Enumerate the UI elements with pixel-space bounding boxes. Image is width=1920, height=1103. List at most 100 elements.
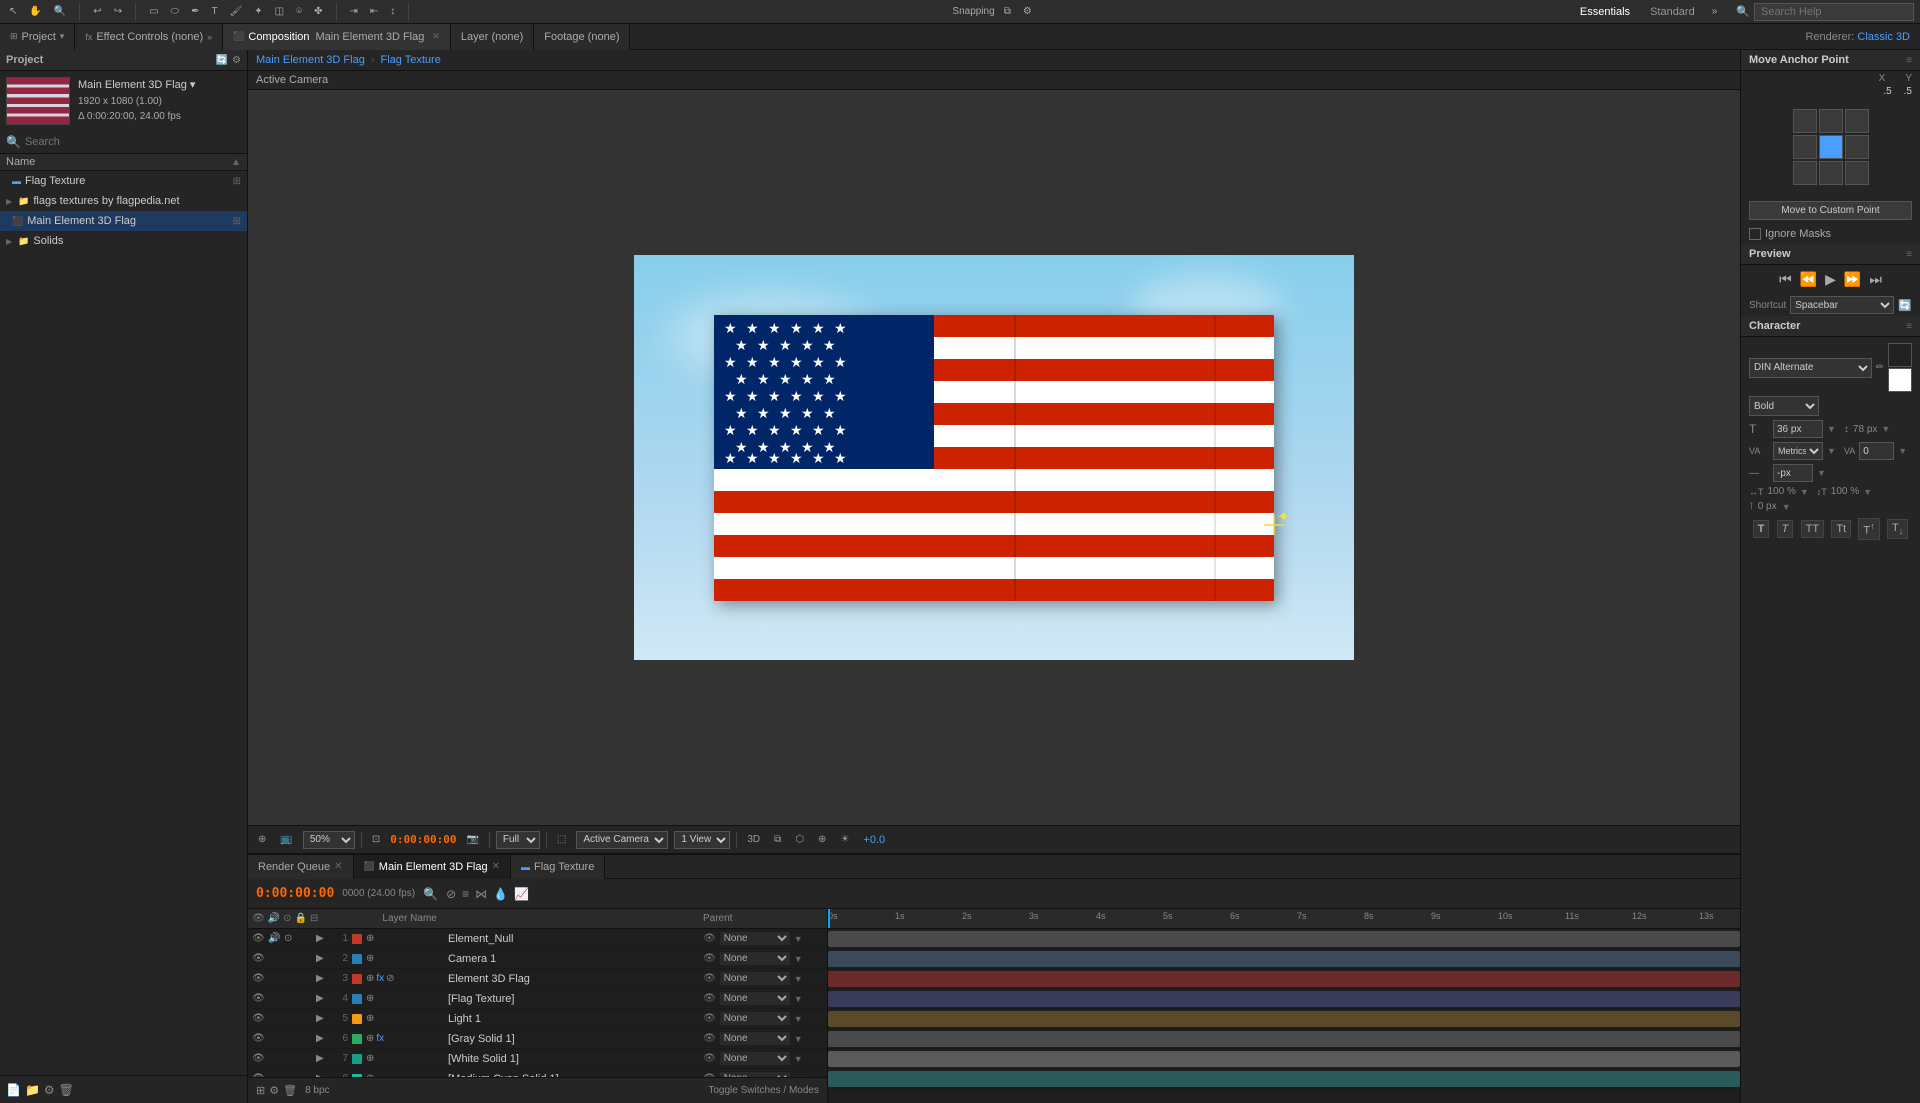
anchor-tr[interactable] — [1845, 109, 1869, 133]
tl-row-8[interactable] — [828, 1069, 1740, 1089]
layer-6-eye[interactable]: 👁 — [252, 1033, 266, 1044]
char-scalev-arrow[interactable]: ▼ — [1863, 487, 1872, 497]
tl-delete-layer[interactable]: 🗑 — [283, 1084, 297, 1097]
layer-2-anchor[interactable]: ⊕ — [366, 953, 374, 964]
tl-row-2[interactable] — [828, 949, 1740, 969]
file-item-solids-folder[interactable]: ▶ 📁 Solids — [0, 231, 247, 251]
tl-tab-main-comp[interactable]: ⬛ Main Element 3D Flag ✕ — [354, 855, 511, 879]
snapping-options[interactable]: ⚙ — [1020, 5, 1035, 18]
panel-tab-project[interactable]: ⊞ Project ▾ — [0, 24, 75, 50]
layer-6-parent-select[interactable]: None — [720, 1032, 790, 1045]
anchor-ml[interactable] — [1793, 135, 1817, 159]
timeline-ruler[interactable]: 0s 1s 2s 3s 4s 5s 6s 7s 8s 9s 10s 11s — [828, 909, 1740, 929]
toolbar-align1[interactable]: ⇥ — [347, 5, 361, 18]
layer-5-parent-select[interactable]: None — [720, 1012, 790, 1025]
project-settings-icon[interactable]: ⚙ — [232, 55, 241, 66]
toolbar-brush[interactable]: 🖌 — [227, 5, 246, 18]
tl-new-comp[interactable]: ⊞ — [256, 1084, 265, 1097]
workspace-essentials[interactable]: Essentials — [1574, 4, 1636, 20]
layer-3-anchor[interactable]: ⊕ — [366, 973, 374, 984]
char-font-select[interactable]: DIN Alternate — [1749, 358, 1872, 378]
tl-row-4[interactable] — [828, 989, 1740, 1009]
toolbar-roto[interactable]: ⌾ — [293, 5, 305, 18]
ignore-masks-checkbox[interactable] — [1749, 228, 1761, 240]
char-format-sub[interactable]: T↓ — [1887, 519, 1908, 539]
file-col-sort[interactable]: ▲ — [231, 157, 241, 168]
search-help-input[interactable] — [1754, 3, 1914, 21]
char-font-edit-icon[interactable]: ✏ — [1876, 362, 1884, 373]
layer-1-parent-select[interactable]: None — [720, 932, 790, 945]
layer-row-3[interactable]: 👁 ▶ 3 ⊕ fx ⊘ Elemen — [248, 969, 827, 989]
project-tab-menu[interactable]: ▾ — [60, 31, 65, 42]
tl-row-5[interactable] — [828, 1009, 1740, 1029]
toolbar-hand-tool[interactable]: ✋ — [26, 5, 44, 18]
vp-reset-btn[interactable]: ⊕ — [254, 833, 270, 846]
toolbar-rect[interactable]: ▭ — [146, 5, 161, 18]
playhead[interactable] — [828, 909, 830, 928]
tl-row-6[interactable] — [828, 1029, 1740, 1049]
file-item-flags-folder[interactable]: ▶ 📁 flags textures by flagpedia.net — [0, 191, 247, 211]
char-size-input[interactable]: 36 px — [1773, 420, 1823, 438]
project-settings-btn[interactable]: ⚙ — [44, 1083, 55, 1097]
layer-row-7[interactable]: 👁 ▶ 7 ⊕ [White Solid 1] — [248, 1049, 827, 1069]
layer-2-eye[interactable]: 👁 — [252, 953, 266, 964]
tl-tab-rq-close[interactable]: ✕ — [334, 861, 342, 872]
char-kerning-input[interactable] — [1773, 464, 1813, 482]
vp-region-btn[interactable]: ⬚ — [553, 833, 570, 846]
layer-6-fx[interactable]: fx — [376, 1033, 384, 1044]
workspace-more[interactable]: » — [1709, 5, 1721, 18]
preview-play-btn[interactable]: ▶ — [1825, 271, 1836, 288]
vp-view-select[interactable]: Active Camera — [576, 831, 668, 849]
toolbar-undo[interactable]: ↩ — [90, 5, 104, 18]
project-interpret-icon[interactable]: 🔄 — [216, 55, 228, 66]
panel-tab-effect-controls[interactable]: fx Effect Controls (none) » — [75, 24, 223, 50]
char-format-all-caps[interactable]: TT — [1801, 520, 1824, 538]
move-to-custom-point-btn[interactable]: Move to Custom Point — [1749, 201, 1912, 220]
tl-tab-render-queue[interactable]: Render Queue ✕ — [248, 855, 354, 879]
fx-tab-expand[interactable]: » — [207, 32, 212, 42]
char-stroke-swatch[interactable] — [1888, 368, 1912, 392]
layer-7-expand[interactable]: ▶ — [316, 1053, 330, 1064]
layer-3-eye[interactable]: 👁 — [252, 973, 266, 984]
vp-zoom-select[interactable]: 50% 100% — [303, 831, 355, 849]
layer-row-1[interactable]: 👁 🔊 ⊙ ▶ 1 ⊕ Element_Null — [248, 929, 827, 949]
layer-7-eye[interactable]: 👁 — [252, 1053, 266, 1064]
vp-snap-btn[interactable]: ⊕ — [814, 833, 830, 846]
layer-row-4[interactable]: 👁 ▶ 4 ⊕ [Flag Texture] — [248, 989, 827, 1009]
toolbar-align3[interactable]: ↕ — [387, 5, 398, 18]
layer-7-anchor[interactable]: ⊕ — [366, 1053, 374, 1064]
anchor-mc[interactable] — [1819, 135, 1843, 159]
layer-2-expand[interactable]: ▶ — [316, 953, 330, 964]
toolbar-pen[interactable]: ✒ — [188, 5, 202, 18]
char-size-arrow[interactable]: ▼ — [1827, 424, 1836, 434]
layer-1-expand[interactable]: ▶ — [316, 933, 330, 944]
tl-row-3[interactable] — [828, 969, 1740, 989]
shortcut-refresh-icon[interactable]: 🔄 — [1898, 299, 1912, 312]
shortcut-select[interactable]: Spacebar — [1790, 296, 1894, 314]
toolbar-arrow-tool[interactable]: ↖ — [6, 5, 20, 18]
anchor-tl[interactable] — [1793, 109, 1817, 133]
vp-view-count-select[interactable]: 1 View — [674, 831, 730, 849]
move-anchor-menu[interactable]: ≡ — [1906, 55, 1912, 66]
panel-tab-footage[interactable]: Footage (none) — [534, 24, 630, 50]
panel-tab-composition[interactable]: ⬛ Composition Main Element 3D Flag ✕ — [223, 24, 451, 50]
renderer-value[interactable]: Classic 3D — [1857, 31, 1910, 43]
char-fill-swatch[interactable] — [1888, 343, 1912, 367]
anchor-br[interactable] — [1845, 161, 1869, 185]
layer-4-anchor[interactable]: ⊕ — [366, 993, 374, 1004]
layer-1-anchor[interactable]: ⊕ — [366, 933, 374, 944]
tl-shy-btn[interactable]: ≡ — [462, 887, 469, 901]
preview-next-btn[interactable]: ⏩ — [1844, 271, 1861, 288]
vp-display-btn[interactable]: 📺 — [276, 833, 296, 846]
preview-prev-btn[interactable]: ⏪ — [1800, 271, 1817, 288]
char-kern-arrow[interactable]: ▼ — [1898, 446, 1907, 456]
char-style-select[interactable]: Bold — [1749, 396, 1819, 416]
viewport[interactable]: ★★★★★★ ★★★★★ ★★★★★★ ★★★★★ ★★★★★★ ★★★★★ ★… — [248, 90, 1740, 825]
layer-3-brush[interactable]: ⊘ — [386, 973, 394, 984]
project-search-input[interactable] — [25, 136, 241, 148]
toolbar-puppet[interactable]: ✤ — [311, 5, 325, 18]
panel-tab-layer[interactable]: Layer (none) — [451, 24, 534, 50]
layer-row-6[interactable]: 👁 ▶ 6 ⊕ fx [Gray Solid 1] — [248, 1029, 827, 1049]
vp-transparency-btn[interactable]: ⧉ — [770, 833, 785, 846]
layer-row-2[interactable]: 👁 ▶ 2 ⊕ Camera 1 👁 — [248, 949, 827, 969]
